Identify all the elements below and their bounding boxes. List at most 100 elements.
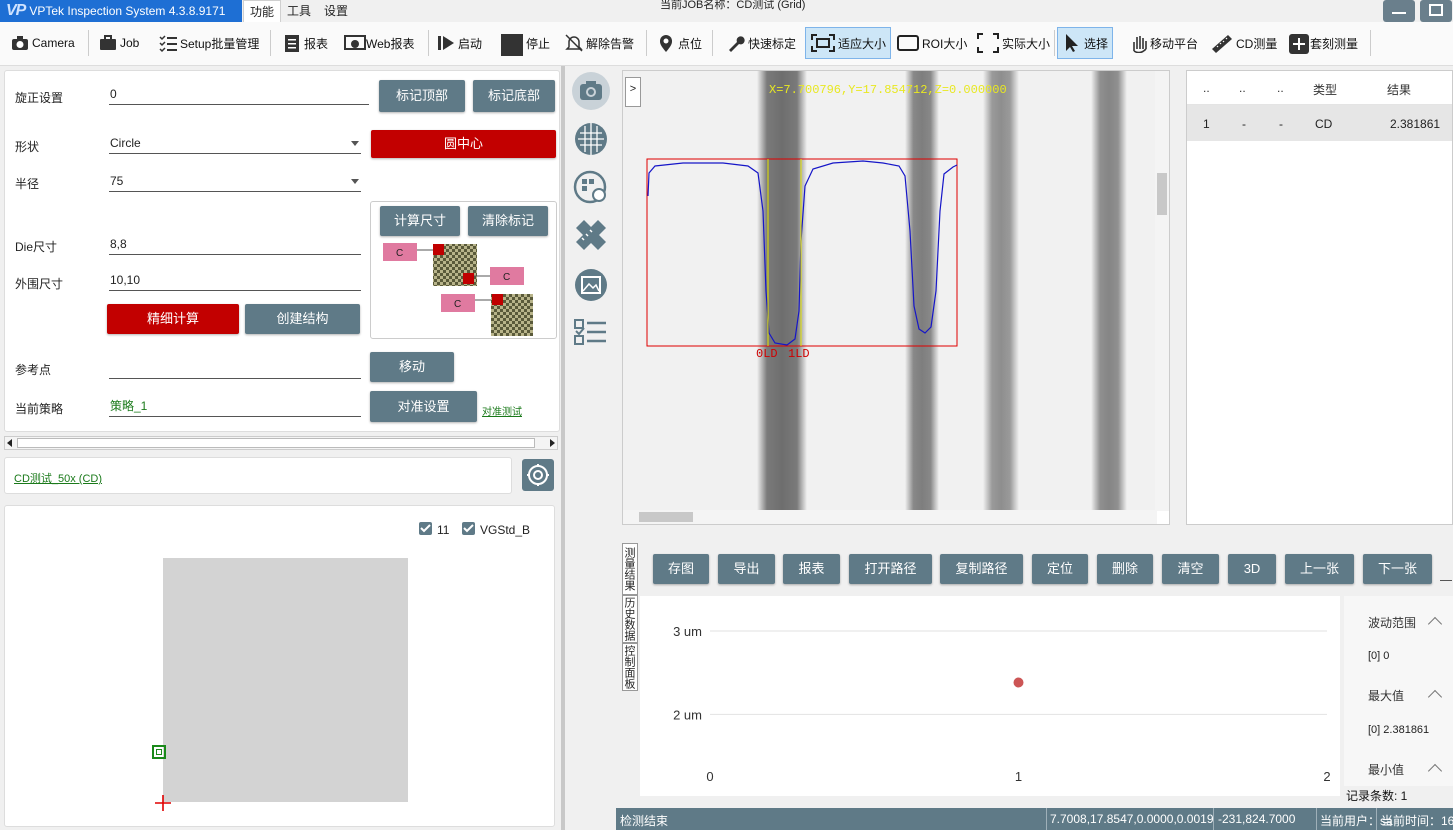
diagram-c-label: C [503, 272, 510, 283]
delete-button[interactable]: 删除 [1097, 554, 1153, 584]
3d-button[interactable]: 3D [1228, 554, 1276, 584]
shape-select[interactable]: Circle [109, 134, 361, 154]
menu-tools[interactable]: 工具 [281, 0, 317, 22]
point-button[interactable]: 点位 [652, 27, 706, 59]
image-vertical-scrollbar[interactable] [1155, 71, 1169, 511]
copy-path-button[interactable]: 复制路径 [940, 554, 1023, 584]
tab-control-panel[interactable]: 控制面板 [622, 643, 638, 691]
profile-overlay: 0LD 1LD [646, 158, 958, 361]
quick-calibration-button[interactable]: 快速标定 [722, 27, 800, 59]
wafer-grid-icon [575, 123, 607, 155]
rotation-input[interactable]: 0 [109, 85, 369, 105]
create-structure-button[interactable]: 创建结构 [245, 304, 360, 334]
panel-splitter[interactable] [561, 66, 565, 830]
align-test-link[interactable]: 对准测试 [482, 403, 522, 418]
recipe-settings-button[interactable] [522, 459, 554, 491]
scrollbar-thumb[interactable] [1157, 173, 1167, 215]
scroll-left-icon[interactable] [7, 439, 12, 447]
image-gallery-button[interactable] [572, 266, 610, 304]
col-header-3[interactable]: .. [1277, 81, 1284, 95]
select-tool-button[interactable]: 选择 [1057, 27, 1114, 59]
mark-top-button[interactable]: 标记顶部 [379, 80, 465, 112]
clear-button[interactable]: 清空 [1162, 554, 1219, 584]
save-image-button[interactable]: 存图 [653, 554, 709, 584]
col-header-type[interactable]: 类型 [1313, 81, 1337, 98]
microscope-image[interactable]: 0LD 1LD X=7.700796,Y=17.854712,Z=0.00000… [623, 71, 1157, 511]
menu-settings[interactable]: 设置 [318, 0, 354, 22]
expand-panel-button[interactable]: > [625, 77, 641, 107]
tab-measurement-results[interactable]: 测量结果 [622, 543, 638, 595]
minimize-button[interactable] [1383, 0, 1415, 22]
web-report-button[interactable]: Web报表 [340, 27, 418, 59]
fine-calc-button[interactable]: 精细计算 [107, 304, 239, 334]
overlay-measure-button[interactable]: 套刻测量 [1284, 27, 1362, 59]
wafer-area[interactable] [163, 558, 408, 802]
shape-label: 形状 [15, 140, 40, 154]
radius-select[interactable]: 75 [109, 172, 361, 192]
move-button[interactable]: 移动 [370, 352, 454, 382]
edge-label-1ld: 1LD [788, 347, 810, 361]
image-horizontal-scrollbar[interactable] [623, 510, 1157, 524]
col-header-1[interactable]: .. [1203, 81, 1210, 95]
previous-button[interactable]: 上一张 [1285, 554, 1354, 584]
stop-button[interactable]: 停止 [496, 27, 554, 59]
actual-size-button[interactable]: 实际大小 [972, 27, 1054, 59]
scrollbar-thumb[interactable] [639, 512, 693, 522]
chevron-down-icon [351, 141, 359, 146]
camera-button[interactable]: Camera [6, 27, 79, 59]
calc-size-button[interactable]: 计算尺寸 [380, 206, 460, 236]
reference-point-input[interactable] [109, 359, 361, 379]
roi-size-button[interactable]: ROI大小 [892, 27, 971, 59]
checklist-button[interactable] [572, 314, 610, 352]
table-row[interactable]: 1 - - CD 2.381861 [1187, 105, 1452, 141]
menu-function[interactable]: 功能 [243, 0, 282, 22]
move-stage-button[interactable]: 移动平台 [1124, 27, 1202, 59]
scrollbar-thumb[interactable] [17, 438, 535, 448]
horizontal-scrollbar[interactable] [4, 436, 558, 450]
clear-alarm-button[interactable]: 解除告警 [560, 27, 638, 59]
camera-view-button[interactable] [572, 72, 610, 110]
radius-label: 半径 [15, 177, 40, 191]
align-settings-button[interactable]: 对准设置 [370, 391, 477, 422]
job-button[interactable]: Job [94, 27, 143, 59]
open-path-button[interactable]: 打开路径 [849, 554, 932, 584]
report-button[interactable]: 报表 [278, 27, 332, 59]
max-value: [0] 2.381861 [1368, 724, 1430, 736]
die-size-input[interactable]: 8,8 [109, 235, 361, 255]
mark-bottom-button[interactable]: 标记底部 [473, 80, 555, 112]
locate-button[interactable]: 定位 [1032, 554, 1088, 584]
row-cell-result: 2.381861 [1390, 117, 1441, 131]
checkbox-vgstd-b[interactable] [462, 522, 475, 535]
col-header-2[interactable]: .. [1239, 81, 1246, 95]
recipe-link[interactable]: CD测试_50x (CD) [14, 470, 102, 486]
start-button[interactable]: 启动 [432, 27, 486, 59]
maximize-button[interactable] [1420, 0, 1452, 22]
next-button[interactable]: 下一张 [1363, 554, 1432, 584]
row-cell-type: CD [1315, 117, 1333, 131]
grid-view-button[interactable] [572, 120, 610, 158]
report-button[interactable]: 报表 [783, 554, 840, 584]
checkbox-11[interactable] [419, 522, 432, 535]
clear-marks-button[interactable]: 清除标记 [468, 206, 548, 236]
circle-center-button[interactable]: 圆中心 [371, 130, 556, 158]
export-button[interactable]: 导出 [718, 554, 775, 584]
col-header-result[interactable]: 结果 [1387, 81, 1411, 98]
fit-size-button[interactable]: 适应大小 [805, 27, 892, 59]
stop-icon [500, 33, 523, 56]
status-message: 检测结束 [620, 814, 669, 828]
setup-batch-button[interactable]: Setup批量管理 [154, 27, 263, 59]
strategy-input[interactable]: 策略_1 [109, 397, 361, 417]
clear-alarm-label: 解除告警 [586, 36, 635, 51]
range-value: [0] 0 [1368, 650, 1390, 662]
die-layout-diagram: C C C [383, 243, 533, 336]
tools-button[interactable] [572, 216, 610, 254]
actual-size-label: 实际大小 [1002, 36, 1051, 51]
scroll-right-icon[interactable] [550, 439, 555, 447]
wafer-map-button[interactable] [572, 168, 610, 206]
cd-measure-button[interactable]: CD测量 [1206, 27, 1281, 59]
tab-history-data[interactable]: 历史数据 [622, 595, 638, 643]
outer-size-input[interactable]: 10,10 [109, 271, 361, 291]
microscope-image-view[interactable]: 0LD 1LD X=7.700796,Y=17.854712,Z=0.00000… [622, 70, 1170, 525]
results-table: .. .. .. 类型 结果 1 - - CD 2.381861 [1186, 70, 1453, 525]
select-tool-label: 选择 [1084, 36, 1109, 51]
